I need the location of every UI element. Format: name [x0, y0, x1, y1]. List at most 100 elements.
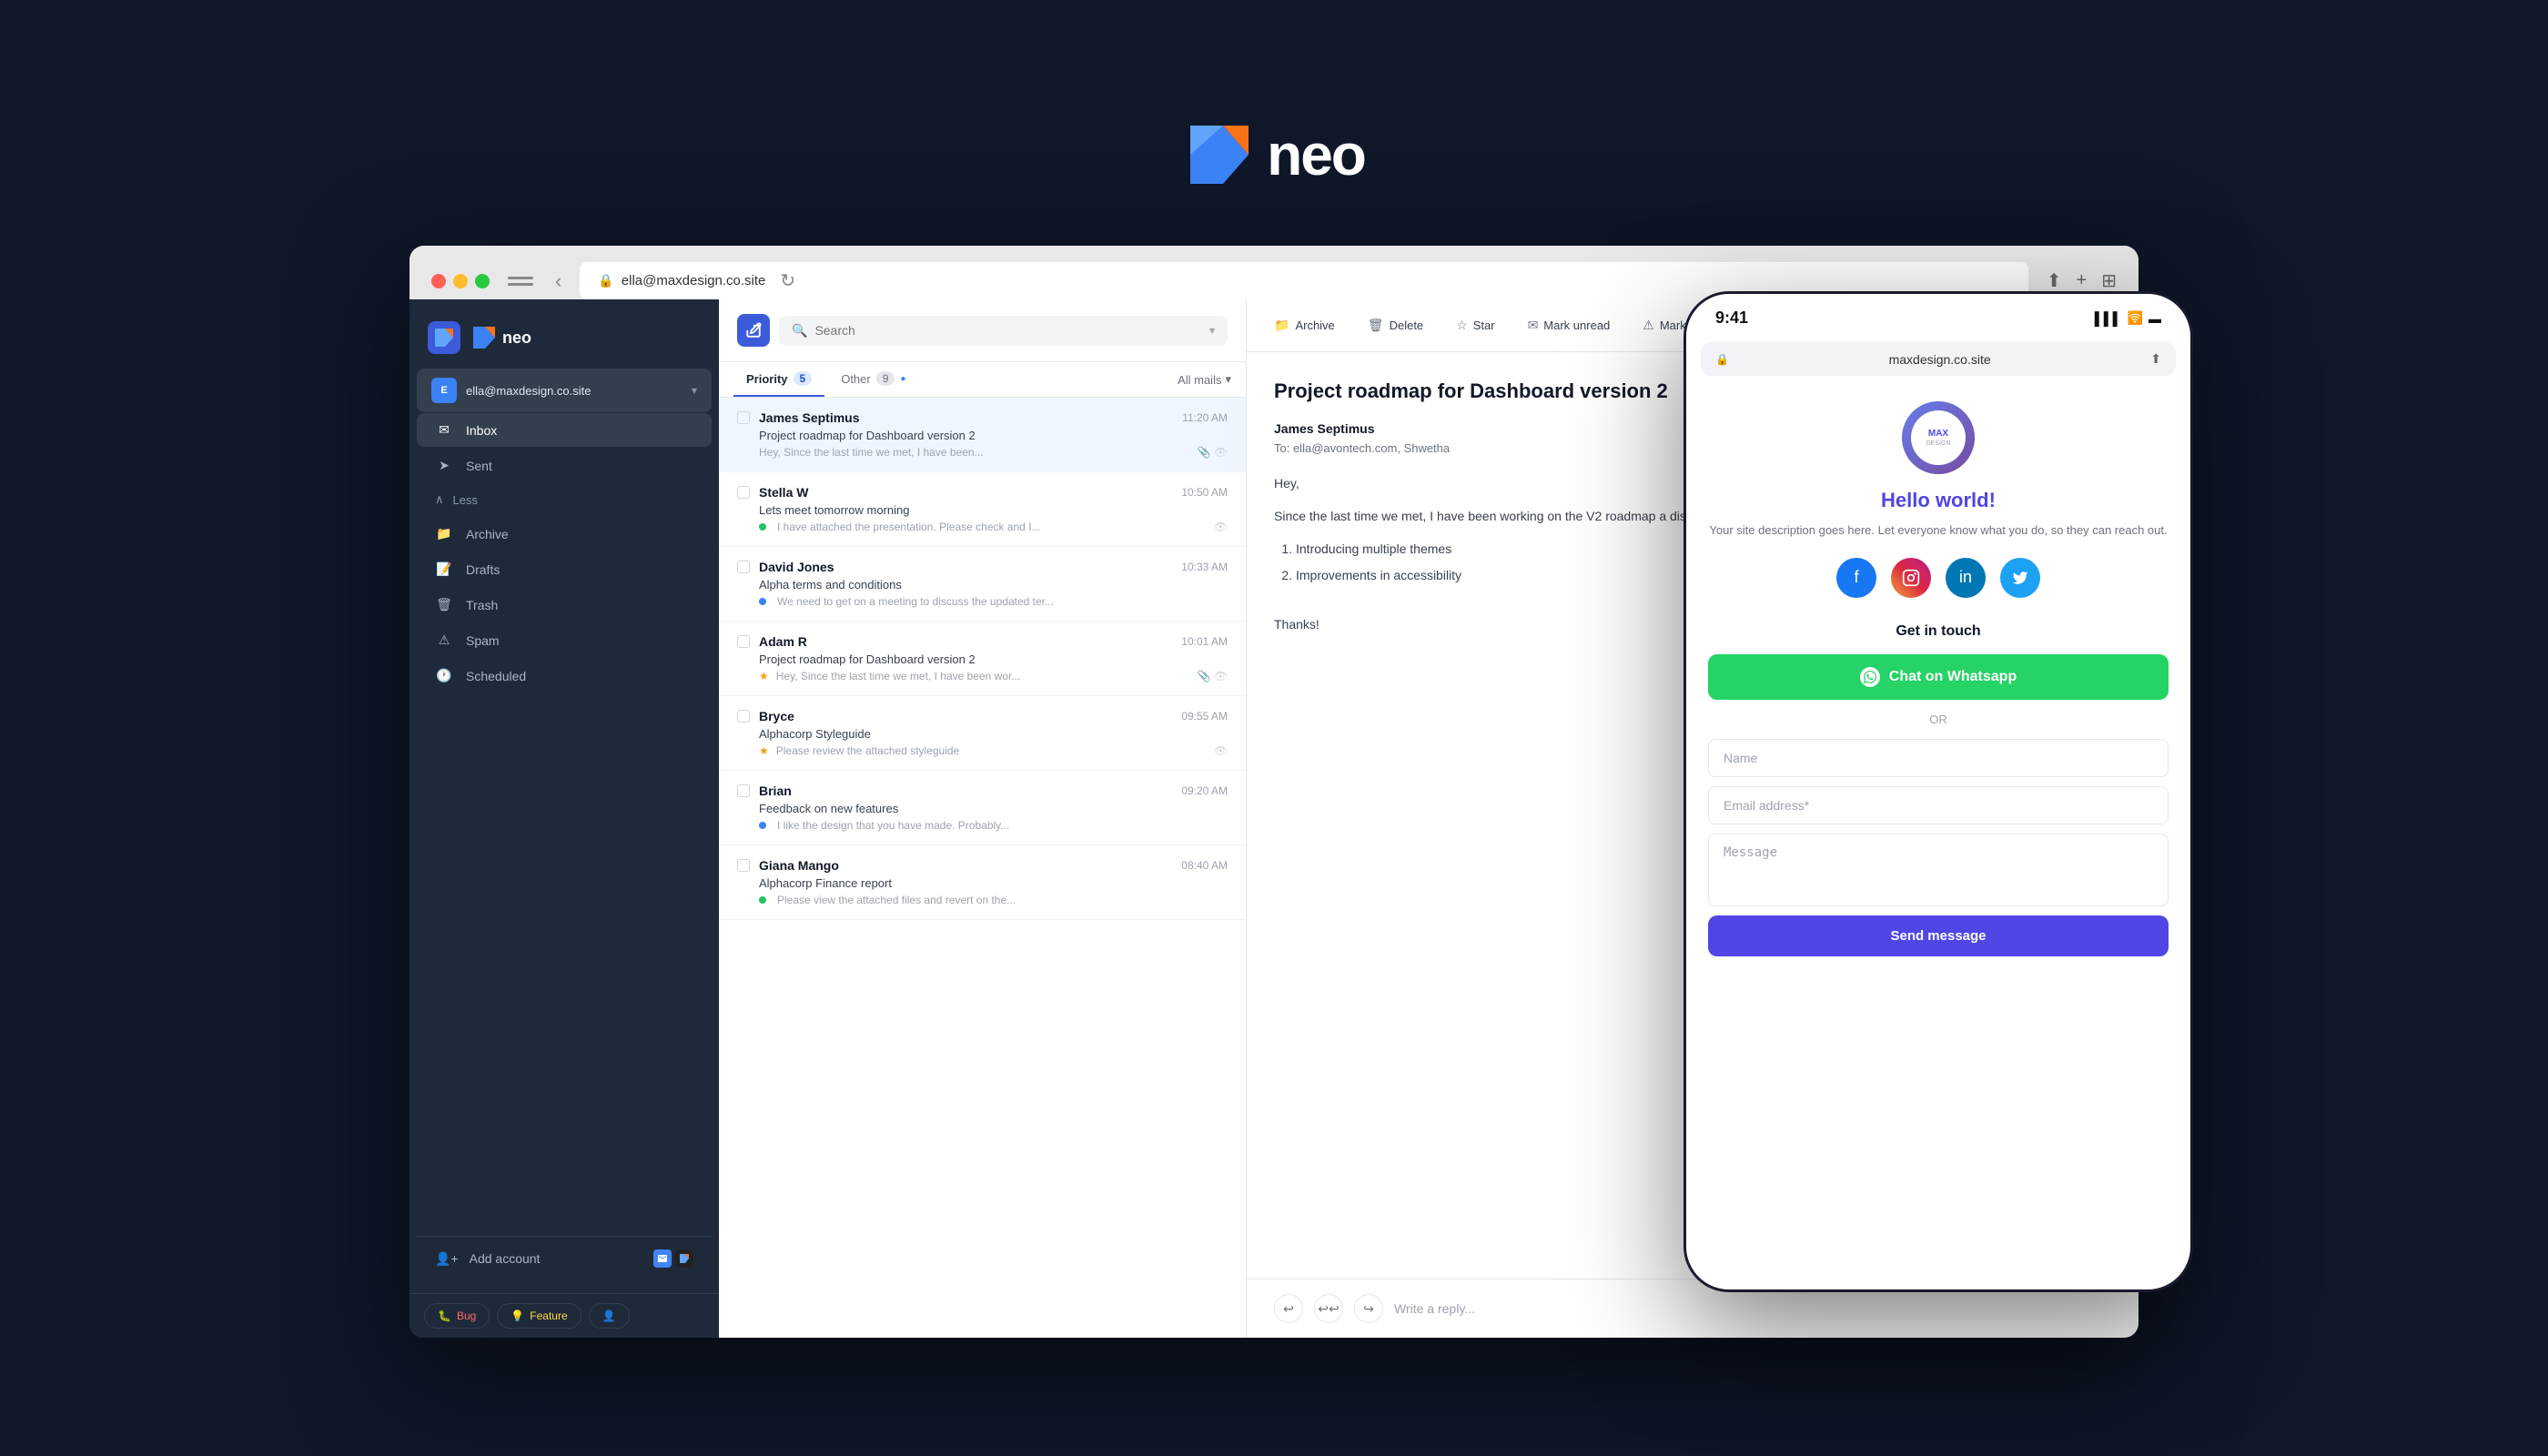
email-checkbox[interactable]	[737, 561, 750, 573]
status-dot	[759, 896, 766, 904]
message-input[interactable]	[1708, 834, 2169, 906]
mobile-share-icon[interactable]: ⬆	[2150, 351, 2161, 367]
account-avatar: E	[431, 378, 457, 403]
drafts-icon: 📝	[435, 561, 453, 577]
sidebar-app-logo	[428, 321, 460, 354]
back-button[interactable]: ‹	[555, 269, 561, 293]
gmail-icon	[653, 1249, 672, 1268]
whatsapp-button[interactable]: Chat on Whatsapp	[1708, 654, 2169, 700]
email-attachment-icon: 📎 👁	[1197, 446, 1228, 459]
mobile-url: maxdesign.co.site	[1736, 352, 2143, 367]
search-input[interactable]	[814, 323, 979, 338]
reply-input[interactable]: Write a reply...	[1394, 1301, 2111, 1316]
email-preview: We need to get on a meeting to discuss t…	[777, 595, 1228, 608]
mobile-status-bar: 9:41 ▌▌▌ 🛜 ▬	[1686, 294, 2190, 335]
email-list-panel: 🔍 ▾ Priority 5 Other 9 ●	[719, 299, 1247, 1338]
dot-green[interactable]	[475, 274, 490, 288]
email-item[interactable]: Stella W 10:50 AM Lets meet tomorrow mor…	[719, 472, 1246, 547]
sidebar-neo-brand: neo	[471, 325, 531, 350]
dot-red[interactable]	[431, 274, 446, 288]
archive-action-label: Archive	[1295, 318, 1334, 332]
bug-tag[interactable]: 🐛 Bug	[424, 1303, 490, 1329]
sidebar-less-toggle[interactable]: ∧ Less	[417, 485, 712, 514]
sidebar-item-trash[interactable]: 🗑 Trash	[417, 588, 712, 622]
email-time: 09:55 AM	[1181, 710, 1228, 723]
email-from: James Septimus	[1274, 421, 1375, 436]
add-account-button[interactable]: 👤+ Add account	[417, 1240, 712, 1277]
site-logo: MAX DESIGN	[1902, 401, 1975, 474]
dot-yellow[interactable]	[453, 274, 468, 288]
mark-unread-button[interactable]: ✉ Mark unread	[1519, 312, 1620, 339]
email-item[interactable]: Brian 09:20 AM Feedback on new features …	[719, 771, 1246, 845]
email-checkbox[interactable]	[737, 635, 750, 648]
email-checkbox[interactable]	[737, 411, 750, 424]
search-dropdown-icon[interactable]: ▾	[1209, 324, 1215, 337]
email-time: 09:20 AM	[1181, 784, 1228, 797]
send-message-button[interactable]: Send message	[1708, 915, 2169, 956]
user-tag[interactable]: 👤	[589, 1303, 630, 1329]
email-subject: Alpha terms and conditions	[737, 578, 1228, 592]
search-bar[interactable]: 🔍 ▾	[779, 316, 1228, 346]
account-item[interactable]: E ella@maxdesign.co.site ▾	[417, 369, 712, 412]
browser-url: ella@maxdesign.co.site	[622, 273, 766, 288]
other-dot: ●	[900, 374, 905, 384]
linkedin-icon[interactable]: in	[1946, 558, 1986, 598]
email-checkbox[interactable]	[737, 710, 750, 723]
sidebar-item-archive[interactable]: 📁 Archive	[417, 517, 712, 551]
social-icons: f in	[1836, 558, 2040, 598]
email-item[interactable]: David Jones 10:33 AM Alpha terms and con…	[719, 547, 1246, 622]
reply-all-button[interactable]: ↩↩	[1314, 1294, 1343, 1323]
email-checkbox[interactable]	[737, 486, 750, 499]
tab-other[interactable]: Other 9 ●	[828, 362, 918, 397]
email-sender: Bryce	[759, 709, 1172, 723]
email-subject: Lets meet tomorrow morning	[737, 503, 1228, 517]
email-time: 10:33 AM	[1181, 561, 1228, 573]
feature-tag[interactable]: 💡 Feature	[497, 1303, 581, 1329]
email-preview: Please review the attached styleguide	[776, 744, 1207, 757]
search-icon: 🔍	[792, 323, 807, 339]
sent-icon: ➤	[435, 458, 453, 473]
tab-priority[interactable]: Priority 5	[733, 362, 824, 397]
bug-label: Bug	[457, 1309, 476, 1322]
app-name: neo	[1267, 121, 1365, 188]
site-logo-text: MAX	[1928, 429, 1948, 439]
sidebar-item-drafts[interactable]: 📝 Drafts	[417, 552, 712, 586]
grid-icon[interactable]	[508, 267, 537, 296]
sidebar-item-sent[interactable]: ➤ Sent	[417, 449, 712, 482]
reply-button[interactable]: ↩	[1274, 1294, 1303, 1323]
sidebar-item-spam[interactable]: ⚠ Spam	[417, 623, 712, 657]
facebook-icon[interactable]: f	[1836, 558, 1876, 598]
all-mails-filter[interactable]: All mails ▾	[1178, 372, 1231, 387]
refresh-icon[interactable]: ↻	[780, 269, 795, 292]
email-item[interactable]: Giana Mango 08:40 AM Alphacorp Finance r…	[719, 845, 1246, 920]
sidebar-item-scheduled[interactable]: 🕐 Scheduled	[417, 659, 712, 693]
star-action-button[interactable]: ☆ Star	[1447, 312, 1503, 339]
new-tab-icon[interactable]: +	[2077, 270, 2088, 291]
trash-icon: 🗑	[435, 597, 453, 612]
mobile-browser-bar[interactable]: 🔒 maxdesign.co.site ⬆	[1701, 342, 2176, 376]
mobile-lock-icon: 🔒	[1715, 353, 1729, 366]
email-input[interactable]	[1708, 786, 2169, 824]
account-provider-icons	[653, 1249, 693, 1268]
tabs-icon[interactable]: ⊞	[2101, 269, 2117, 292]
chevron-up-icon: ∧	[435, 492, 444, 507]
instagram-icon[interactable]	[1891, 558, 1931, 598]
email-checkbox[interactable]	[737, 784, 750, 797]
name-input[interactable]	[1708, 739, 2169, 777]
sidebar-item-inbox[interactable]: ✉ Inbox	[417, 413, 712, 447]
email-list: James Septimus 11:20 AM Project roadmap …	[719, 398, 1246, 1338]
forward-button[interactable]: ↪	[1354, 1294, 1383, 1323]
email-item[interactable]: Adam R 10:01 AM Project roadmap for Dash…	[719, 622, 1246, 696]
email-subject: Project roadmap for Dashboard version 2	[737, 429, 1228, 442]
compose-button[interactable]	[737, 314, 770, 347]
email-item[interactable]: Bryce 09:55 AM Alphacorp Styleguide ★ Pl…	[719, 696, 1246, 771]
share-icon[interactable]: ⬆	[2047, 269, 2062, 292]
archive-action-button[interactable]: 📁 Archive	[1265, 312, 1344, 339]
twitter-icon[interactable]	[2000, 558, 2040, 598]
email-checkbox[interactable]	[737, 859, 750, 872]
scheduled-label: Scheduled	[466, 669, 526, 683]
email-sender: Adam R	[759, 634, 1172, 649]
email-item[interactable]: James Septimus 11:20 AM Project roadmap …	[719, 398, 1246, 472]
delete-action-button[interactable]: 🗑 Delete	[1359, 312, 1432, 339]
email-sender: James Septimus	[759, 410, 1173, 425]
